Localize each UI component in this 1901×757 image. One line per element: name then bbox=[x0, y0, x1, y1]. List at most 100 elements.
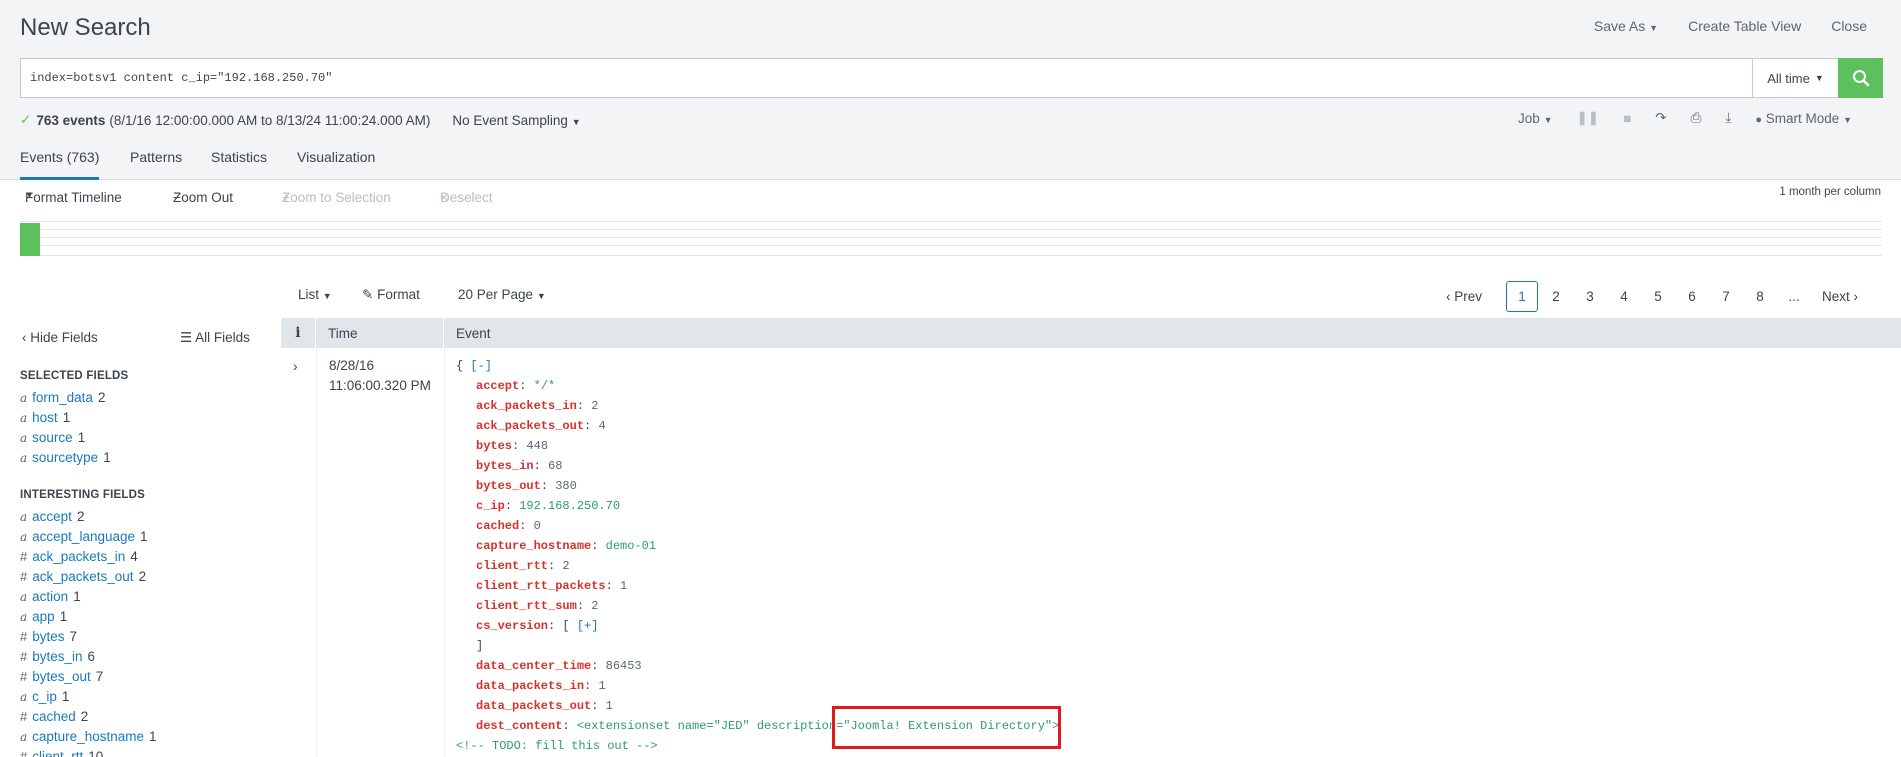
event-field-value[interactable]: 2 bbox=[562, 559, 569, 573]
event-field-value[interactable]: 1 bbox=[606, 699, 613, 713]
stop-icon[interactable]: ■ bbox=[1623, 111, 1631, 126]
time-range-picker[interactable]: All time ▼ bbox=[1752, 59, 1838, 97]
field-name[interactable]: accept_language bbox=[32, 529, 135, 544]
field-item[interactable]: # bytes_in 6 bbox=[20, 649, 95, 664]
event-field-value[interactable]: 2 bbox=[591, 599, 598, 613]
next-page-button[interactable]: Next › bbox=[1822, 281, 1858, 312]
event-field-key[interactable]: bytes_out bbox=[476, 479, 541, 493]
field-name[interactable]: bytes_out bbox=[32, 669, 91, 684]
event-field-key[interactable]: capture_hostname bbox=[476, 539, 591, 553]
field-name[interactable]: cached bbox=[32, 709, 76, 724]
page-2[interactable]: 2 bbox=[1540, 281, 1572, 312]
event-field-value[interactable]: demo-01 bbox=[606, 539, 656, 553]
event-field-key[interactable]: data_packets_in bbox=[476, 679, 584, 693]
search-button[interactable] bbox=[1838, 58, 1883, 98]
event-field-key[interactable]: bytes_in bbox=[476, 459, 534, 473]
format-button[interactable]: ✎ Format bbox=[362, 287, 420, 303]
field-item[interactable]: a capture_hostname 1 bbox=[20, 729, 157, 744]
field-name[interactable]: capture_hostname bbox=[32, 729, 144, 744]
page-5[interactable]: 5 bbox=[1642, 281, 1674, 312]
field-item[interactable]: # cached 2 bbox=[20, 709, 88, 724]
prev-page-button[interactable]: ‹ Prev bbox=[1446, 281, 1482, 312]
list-view-menu[interactable]: List ▼ bbox=[298, 287, 332, 302]
time-column-header[interactable]: Time bbox=[316, 318, 444, 348]
print-icon[interactable]: ⎙ bbox=[1691, 110, 1702, 126]
field-name[interactable]: client_rtt bbox=[32, 749, 83, 757]
event-field-value[interactable]: 1 bbox=[620, 579, 627, 593]
event-field-key[interactable]: data_packets_out bbox=[476, 699, 591, 713]
search-input[interactable] bbox=[21, 59, 1751, 97]
close-button[interactable]: Close bbox=[1831, 18, 1867, 34]
event-field-value[interactable]: 86453 bbox=[606, 659, 642, 673]
field-item[interactable]: # client_rtt 10 bbox=[20, 749, 103, 757]
field-name[interactable]: form_data bbox=[32, 390, 93, 405]
event-field-key[interactable]: client_rtt_sum bbox=[476, 599, 577, 613]
field-item[interactable]: a accept 2 bbox=[20, 509, 84, 524]
event-field-key[interactable]: ack_packets_out bbox=[476, 419, 584, 433]
field-name[interactable]: accept bbox=[32, 509, 72, 524]
collapse-json-toggle[interactable]: [-] bbox=[470, 359, 492, 373]
event-sampling-menu[interactable]: No Event Sampling ▼ bbox=[452, 113, 580, 128]
event-field-value[interactable]: 2 bbox=[591, 399, 598, 413]
job-menu[interactable]: Job ▼ bbox=[1518, 111, 1552, 126]
field-name[interactable]: ack_packets_out bbox=[32, 569, 133, 584]
event-field-key[interactable]: cs_version bbox=[476, 619, 548, 633]
field-name[interactable]: app bbox=[32, 609, 55, 624]
event-field-value[interactable]: 0 bbox=[534, 519, 541, 533]
save-as-menu[interactable]: Save As ▼ bbox=[1594, 18, 1658, 34]
field-item[interactable]: # ack_packets_in 4 bbox=[20, 549, 138, 564]
page-4[interactable]: 4 bbox=[1608, 281, 1640, 312]
event-field-value[interactable]: 192.168.250.70 bbox=[519, 499, 620, 513]
field-item[interactable]: a app 1 bbox=[20, 609, 67, 624]
expand-row-icon[interactable]: › bbox=[293, 358, 298, 374]
field-item[interactable]: a c_ip 1 bbox=[20, 689, 69, 704]
field-name[interactable]: bytes bbox=[32, 629, 64, 644]
tab-events[interactable]: Events (763) bbox=[20, 149, 100, 180]
page-3[interactable]: 3 bbox=[1574, 281, 1606, 312]
all-fields-button[interactable]: ☰ All Fields bbox=[180, 330, 250, 346]
event-field-key[interactable]: client_rtt_packets bbox=[476, 579, 606, 593]
tab-visualization[interactable]: Visualization bbox=[297, 149, 375, 177]
field-item[interactable]: a host 1 bbox=[20, 410, 70, 425]
field-item[interactable]: a action 1 bbox=[20, 589, 81, 604]
event-field-key[interactable]: data_center_time bbox=[476, 659, 591, 673]
field-item[interactable]: # bytes 7 bbox=[20, 629, 77, 644]
event-field-value[interactable]: 1 bbox=[598, 679, 605, 693]
event-field-value[interactable]: 380 bbox=[555, 479, 577, 493]
field-name[interactable]: source bbox=[32, 430, 73, 445]
event-field-key[interactable]: c_ip bbox=[476, 499, 505, 513]
event-field-key[interactable]: ack_packets_in bbox=[476, 399, 577, 413]
tab-patterns[interactable]: Patterns bbox=[130, 149, 182, 177]
event-field-key[interactable]: dest_content bbox=[476, 719, 562, 733]
event-field-key[interactable]: bytes bbox=[476, 439, 512, 453]
field-name[interactable]: host bbox=[32, 410, 58, 425]
hide-fields-button[interactable]: ‹ Hide Fields bbox=[22, 330, 98, 345]
event-field-value[interactable]: 68 bbox=[548, 459, 562, 473]
field-name[interactable]: c_ip bbox=[32, 689, 57, 704]
field-name[interactable]: sourcetype bbox=[32, 450, 98, 465]
page-1[interactable]: 1 bbox=[1506, 281, 1538, 312]
pause-icon[interactable]: ❚❚ bbox=[1576, 110, 1599, 126]
field-name[interactable]: action bbox=[32, 589, 68, 604]
field-name[interactable]: bytes_in bbox=[32, 649, 82, 664]
timeline-bar[interactable] bbox=[20, 223, 40, 256]
event-field-value[interactable]: */* bbox=[534, 379, 556, 393]
field-item[interactable]: # ack_packets_out 2 bbox=[20, 569, 146, 584]
event-field-key[interactable]: accept bbox=[476, 379, 519, 393]
field-item[interactable]: a source 1 bbox=[20, 430, 85, 445]
field-item[interactable]: a accept_language 1 bbox=[20, 529, 148, 544]
share-icon[interactable]: ↷ bbox=[1655, 110, 1666, 126]
event-field-key[interactable]: cached bbox=[476, 519, 519, 533]
event-field-value[interactable]: 4 bbox=[598, 419, 605, 433]
field-name[interactable]: ack_packets_in bbox=[32, 549, 125, 564]
tab-statistics[interactable]: Statistics bbox=[211, 149, 267, 177]
page-8[interactable]: 8 bbox=[1744, 281, 1776, 312]
field-item[interactable]: a sourcetype 1 bbox=[20, 450, 111, 465]
page-7[interactable]: 7 bbox=[1710, 281, 1742, 312]
search-mode-menu[interactable]: ● Smart Mode ▼ bbox=[1755, 111, 1852, 126]
expand-array-toggle[interactable]: [+] bbox=[577, 619, 599, 633]
page-6[interactable]: 6 bbox=[1676, 281, 1708, 312]
timeline-chart[interactable] bbox=[20, 221, 1882, 256]
field-item[interactable]: a form_data 2 bbox=[20, 390, 105, 405]
event-field-key[interactable]: client_rtt bbox=[476, 559, 548, 573]
